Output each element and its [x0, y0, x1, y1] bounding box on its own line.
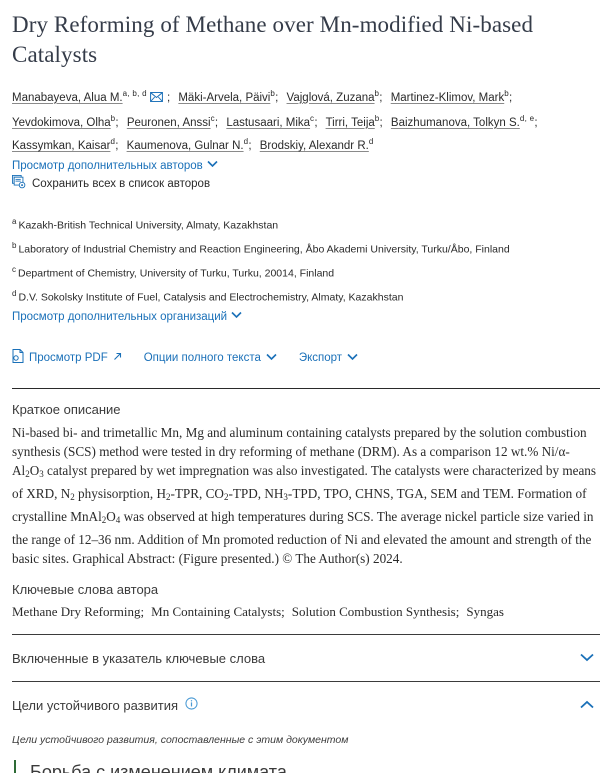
- author-keyword: Syngas: [466, 604, 504, 620]
- author-affiliation-marks: b: [374, 113, 380, 123]
- author-separator: ;: [214, 116, 219, 129]
- save-all-authors-button[interactable]: Сохранить всех в список авторов: [12, 175, 600, 192]
- author-separator: ;: [115, 140, 119, 153]
- full-text-options-button[interactable]: Опции полного текста: [144, 352, 277, 364]
- author-separator: ;: [379, 116, 383, 129]
- show-more-affiliations-label: Просмотр дополнительных организаций: [12, 311, 228, 324]
- affiliation-list: a Kazakh-British Technical University, Al…: [12, 212, 600, 308]
- author-entry[interactable]: Brodskiy, Alexandr R.d: [260, 137, 374, 153]
- affiliation-item: b Laboratory of Industrial Chemistry and …: [12, 236, 600, 260]
- author-affiliation-marks: a, b, d: [122, 89, 147, 98]
- author-entry[interactable]: Manabayeva, Alua M.a, b, d;: [12, 89, 175, 104]
- chevron-down-icon: [207, 159, 218, 171]
- author-keyword: Methane Dry Reforming;: [12, 604, 145, 620]
- document-actions-toolbar: Просмотр PDF Опции полного текста Экспор…: [12, 349, 600, 366]
- view-pdf-button[interactable]: Просмотр PDF: [12, 349, 122, 366]
- author-entry[interactable]: Lastusaari, Mikac;: [226, 114, 322, 129]
- author-entry[interactable]: Peuronen, Anssic;: [127, 114, 223, 129]
- author-entry[interactable]: Vajglová, Zuzanab;: [287, 89, 388, 104]
- envelope-icon[interactable]: [150, 90, 163, 109]
- chevron-down-icon: [231, 310, 242, 322]
- sdg-goal-title: Борьба с изменением климата: [30, 762, 287, 773]
- author-keyword: Mn Containing Catalysts;: [151, 604, 285, 620]
- export-label: Экспорт: [298, 351, 343, 364]
- author-name[interactable]: Tirri, Teija: [326, 117, 375, 129]
- full-text-options-label: Опции полного текста: [143, 351, 261, 364]
- author-keyword: Solution Combustion Synthesis;: [291, 604, 460, 620]
- affiliation-item: d D.V. Sokolsky Institute of Fuel, Cataly…: [12, 284, 600, 308]
- sdg-goal-card[interactable]: Борьба с изменением климата Цель 13: [14, 760, 600, 773]
- abstract-text: Ni-based bi- and trimetallic Mn, Mg and …: [12, 425, 597, 567]
- author-keywords-list: Methane Dry Reforming; Mn Containing Cata…: [12, 603, 600, 621]
- save-author-list-icon: [12, 175, 26, 192]
- author-separator: ;: [508, 91, 513, 104]
- author-entry[interactable]: Yevdokimova, Olhab;: [12, 114, 124, 129]
- indexed-keywords-label: Включенные в указатель ключевые слова: [12, 650, 266, 666]
- author-name[interactable]: Brodskiy, Alexandr R.: [260, 140, 369, 152]
- show-more-authors-label: Просмотр дополнительных авторов: [12, 160, 203, 173]
- author-name[interactable]: Manabayeva, Alua M.: [12, 92, 123, 104]
- author-separator: ;: [166, 91, 171, 104]
- author-separator: ;: [534, 116, 538, 129]
- author-separator: ;: [314, 116, 318, 129]
- author-entry[interactable]: Tirri, Teijab;: [326, 113, 388, 129]
- external-link-arrow-icon: [113, 352, 122, 364]
- affiliation-text: Department of Chemistry, University of T…: [18, 267, 335, 280]
- author-entry[interactable]: Kassymkan, Kaisard;: [12, 138, 123, 153]
- author-name[interactable]: Kassymkan, Kaisar: [12, 140, 110, 152]
- author-name[interactable]: Baizhumanova, Tolkyn S.: [391, 117, 520, 129]
- affiliation-mark: a: [12, 217, 17, 227]
- author-separator: ;: [275, 91, 279, 104]
- view-pdf-label: Просмотр PDF: [29, 351, 108, 364]
- author-entry[interactable]: Mäki-Arvela, Päivib;: [178, 89, 283, 104]
- affiliation-text: Laboratory of Industrial Chemistry and R…: [18, 243, 510, 256]
- author-separator: ;: [379, 91, 383, 104]
- author-affiliation-marks: d: [368, 137, 374, 147]
- show-more-authors-link[interactable]: Просмотр дополнительных авторов: [12, 159, 600, 172]
- abstract-heading: Краткое описание: [12, 402, 121, 418]
- indexed-keywords-accordion[interactable]: Включенные в указатель ключевые слова: [12, 635, 600, 681]
- author-name[interactable]: Lastusaari, Mika: [226, 117, 310, 129]
- affiliation-item: a Kazakh-British Technical University, Al…: [12, 212, 600, 236]
- author-name[interactable]: Kaumenova, Gulnar N.: [127, 140, 244, 152]
- sdg-accordion[interactable]: Цели устойчивого развития: [12, 682, 600, 728]
- save-all-authors-label: Сохранить всех в список авторов: [32, 177, 211, 190]
- author-affiliation-marks: d, e: [519, 113, 535, 123]
- author-separator: ;: [115, 116, 119, 129]
- document-record-page: Dry Reforming of Methane over Mn-modifie…: [0, 10, 612, 773]
- divider: [12, 388, 600, 390]
- affiliation-mark: d: [12, 289, 17, 299]
- affiliation-item: c Department of Chemistry, University of …: [12, 260, 600, 284]
- pdf-document-icon: [12, 349, 24, 366]
- info-circle-icon[interactable]: [185, 697, 198, 713]
- chevron-up-icon: [580, 696, 598, 714]
- affiliation-mark: b: [12, 241, 17, 251]
- sdg-note: Цели устойчивого развития, сопоставленны…: [12, 734, 349, 747]
- author-entry[interactable]: Kaumenova, Gulnar N.d;: [127, 138, 257, 153]
- author-entry[interactable]: Martinez-Klimov, Markb;: [391, 89, 517, 104]
- show-more-affiliations-link[interactable]: Просмотр дополнительных организаций: [12, 310, 600, 323]
- page-title: Dry Reforming of Methane over Mn-modifie…: [12, 12, 534, 67]
- affiliation-text: Kazakh-British Technical University, Alm…: [18, 219, 279, 232]
- chevron-down-icon: [266, 352, 277, 364]
- affiliation-text: D.V. Sokolsky Institute of Fuel, Catalys…: [18, 291, 404, 304]
- chevron-down-icon: [347, 352, 358, 364]
- export-button[interactable]: Экспорт: [299, 352, 358, 364]
- sdg-label: Цели устойчивого развития: [12, 697, 179, 713]
- author-name[interactable]: Yevdokimova, Olha: [12, 117, 111, 129]
- author-separator: ;: [248, 140, 252, 153]
- author-keywords-heading: Ключевые слова автора: [12, 582, 159, 598]
- author-name[interactable]: Vajglová, Zuzana: [287, 92, 375, 104]
- chevron-down-icon: [580, 649, 598, 667]
- author-name[interactable]: Peuronen, Anssi: [127, 117, 211, 129]
- author-name[interactable]: Martinez-Klimov, Mark: [391, 92, 505, 104]
- author-entry[interactable]: Baizhumanova, Tolkyn S.d, e;: [391, 113, 543, 129]
- affiliation-mark: c: [12, 265, 16, 275]
- sdg-heading-group: Цели устойчивого развития: [12, 697, 198, 713]
- author-name[interactable]: Mäki-Arvela, Päivi: [178, 92, 270, 104]
- author-list: Manabayeva, Alua M.a, b, d; Mäki-Arvela,…: [12, 84, 600, 156]
